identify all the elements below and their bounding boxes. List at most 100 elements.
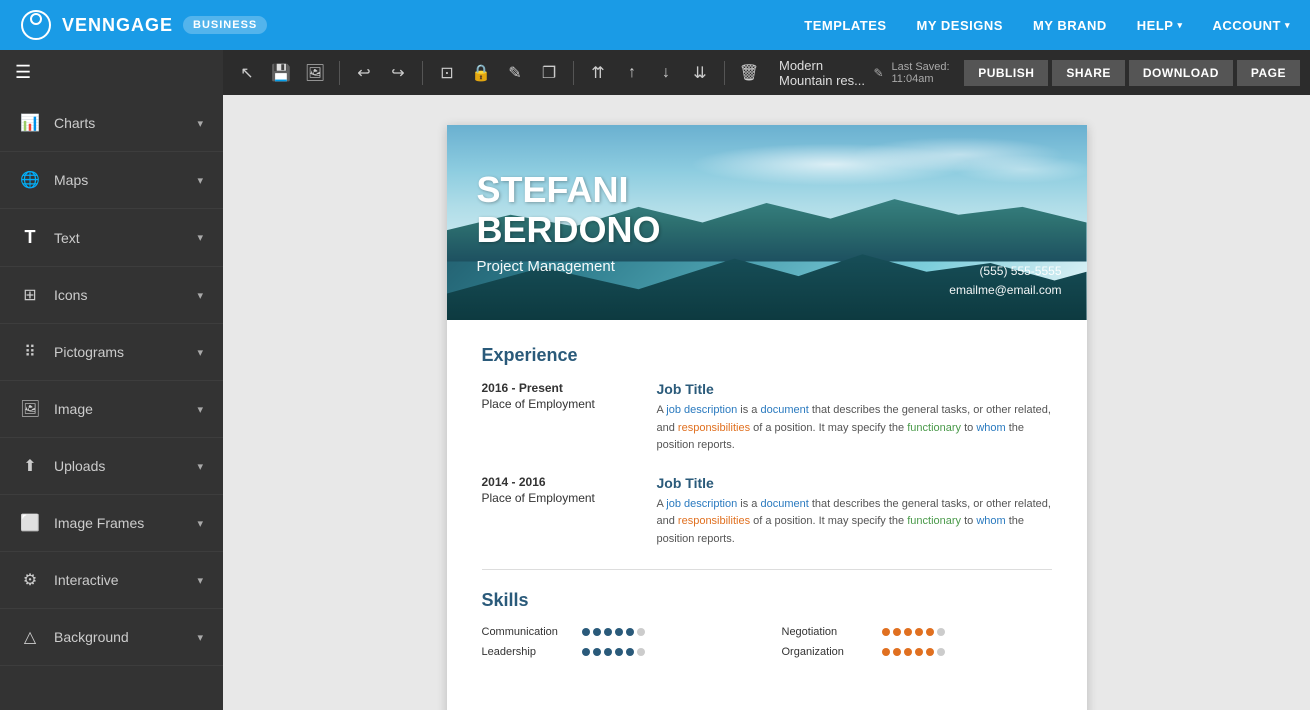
skill-dots-communication: [582, 628, 645, 636]
nav-help[interactable]: HELP ▾: [1137, 18, 1183, 33]
toolbar-bottom-icon[interactable]: ⇊: [686, 59, 714, 87]
sidebar-item-uploads[interactable]: ⬆ Uploads ▾: [0, 438, 223, 495]
page-button[interactable]: PAGE: [1237, 60, 1300, 86]
text-icon: T: [20, 227, 40, 248]
dot-l3: [604, 648, 612, 656]
uploads-chevron-icon: ▾: [197, 460, 203, 473]
toolbar-lock-icon[interactable]: 🔒: [467, 59, 495, 87]
dot-o5: [926, 648, 934, 656]
toolbar-separator-2: [422, 61, 423, 85]
highlight-9: functionary: [907, 515, 961, 527]
sidebar-item-background[interactable]: △ Background ▾: [0, 609, 223, 666]
skill-communication: Communication: [482, 626, 752, 638]
job-title-1: Job Title: [657, 381, 1052, 397]
toolbar-separator-1: [339, 61, 340, 85]
maps-icon: 🌐: [20, 170, 40, 190]
sidebar-item-image-frames[interactable]: ⬜ Image Frames ▾: [0, 495, 223, 552]
highlight-6: job description: [666, 498, 737, 510]
job-title-2: Job Title: [657, 475, 1052, 491]
uploads-icon: ⬆: [20, 456, 40, 476]
toolbar-save-icon[interactable]: 💾: [267, 59, 295, 87]
exp-right-2: Job Title A job description is a documen…: [657, 475, 1052, 549]
sidebar-item-interactive[interactable]: ⚙ Interactive ▾: [0, 552, 223, 609]
toolbar-crop-icon[interactable]: ⊡: [433, 59, 461, 87]
job-desc-2: A job description is a document that des…: [657, 496, 1052, 549]
toolbar-copy-icon[interactable]: ❐: [535, 59, 563, 87]
sidebar-item-icons[interactable]: ⊞ Icons ▾: [0, 267, 223, 324]
highlight-3: responsibilities: [678, 422, 750, 434]
download-button[interactable]: DOWNLOAD: [1129, 60, 1233, 86]
dot-n4: [915, 628, 923, 636]
publish-button[interactable]: PUBLISH: [964, 60, 1048, 86]
dot-o1: [882, 648, 890, 656]
sidebar-item-charts[interactable]: 📊 Charts ▾: [0, 95, 223, 152]
toolbar-delete-icon[interactable]: 🗑: [735, 59, 763, 87]
exp-company-1: Place of Employment: [482, 397, 642, 411]
share-button[interactable]: SHARE: [1052, 60, 1125, 86]
toolbar-redo-icon[interactable]: ↪: [384, 59, 412, 87]
sidebar-item-text[interactable]: T Text ▾: [0, 209, 223, 267]
business-badge: BUSINESS: [183, 16, 267, 34]
toolbar-pointer-icon[interactable]: ↖: [233, 59, 261, 87]
dot-4: [615, 628, 623, 636]
highlight-10: whom: [976, 515, 1005, 527]
sidebar-label-image: Image: [54, 401, 93, 417]
skill-dots-negotiation: [882, 628, 945, 636]
resume-name: STEFANIBERDONO: [477, 170, 1057, 249]
pictograms-icon: ⠿: [20, 342, 40, 362]
exp-left-2: 2014 - 2016 Place of Employment: [482, 475, 642, 549]
toolbar-edit-icon[interactable]: ✎: [501, 59, 529, 87]
resume-contact: (555) 555-5555 emailme@email.com: [949, 262, 1061, 300]
sidebar-item-pictograms[interactable]: ⠿ Pictograms ▾: [0, 324, 223, 381]
dot-2: [593, 628, 601, 636]
sidebar-item-image[interactable]: 🖼 Image ▾: [0, 381, 223, 438]
sidebar-label-image-frames: Image Frames: [54, 515, 144, 531]
venngage-logo-icon: [20, 9, 52, 41]
dot-n3: [904, 628, 912, 636]
skills-grid: Communication Negotiation: [482, 626, 1052, 658]
highlight-4: functionary: [907, 422, 961, 434]
hamburger-menu[interactable]: ☰: [0, 50, 223, 95]
dot-o6: [937, 648, 945, 656]
dot-n2: [893, 628, 901, 636]
resume-phone: (555) 555-5555: [949, 262, 1061, 281]
sidebar-label-icons: Icons: [54, 287, 87, 303]
skill-negotiation: Negotiation: [782, 626, 1052, 638]
dot-l5: [626, 648, 634, 656]
nav-my-brand[interactable]: MY BRAND: [1033, 18, 1107, 33]
sidebar-label-text: Text: [54, 230, 80, 246]
charts-icon: 📊: [20, 113, 40, 133]
help-chevron-icon: ▾: [1177, 20, 1182, 31]
dot-l1: [582, 648, 590, 656]
doc-title: Modern Mountain res...: [779, 58, 865, 88]
dot-3: [604, 628, 612, 636]
toolbar-down-icon[interactable]: ↓: [652, 59, 680, 87]
sidebar-item-maps[interactable]: 🌐 Maps ▾: [0, 152, 223, 209]
nav-templates[interactable]: TEMPLATES: [804, 18, 886, 33]
exp-company-2: Place of Employment: [482, 491, 642, 505]
dot-n5: [926, 628, 934, 636]
icons-chevron-icon: ▾: [197, 289, 203, 302]
resume-document: STEFANIBERDONO Project Management (555) …: [447, 125, 1087, 710]
nav-account[interactable]: ACCOUNT ▾: [1212, 18, 1290, 33]
logo-area: VENNGAGE BUSINESS: [20, 9, 267, 41]
interactive-chevron-icon: ▾: [197, 574, 203, 587]
background-icon: △: [20, 627, 40, 647]
background-chevron-icon: ▾: [197, 631, 203, 644]
experience-item-1: 2016 - Present Place of Employment Job T…: [482, 381, 1052, 455]
skill-name-leadership: Leadership: [482, 646, 572, 658]
nav-my-designs[interactable]: MY DESIGNS: [917, 18, 1003, 33]
toolbar-up-icon[interactable]: ↑: [618, 59, 646, 87]
resume-email: emailme@email.com: [949, 281, 1061, 300]
highlight-5: whom: [976, 422, 1005, 434]
toolbar-separator-3: [573, 61, 574, 85]
doc-title-edit-icon[interactable]: ✎: [873, 66, 883, 80]
toolbar-image-icon[interactable]: 🖼: [301, 59, 329, 87]
toolbar-top-icon[interactable]: ⇈: [584, 59, 612, 87]
toolbar-undo-icon[interactable]: ↩: [350, 59, 378, 87]
main-content: STEFANIBERDONO Project Management (555) …: [223, 95, 1310, 710]
sidebar-label-interactive: Interactive: [54, 572, 119, 588]
nav-links: TEMPLATES MY DESIGNS MY BRAND HELP ▾ ACC…: [804, 18, 1290, 33]
interactive-icon: ⚙: [20, 570, 40, 590]
sidebar-label-uploads: Uploads: [54, 458, 105, 474]
